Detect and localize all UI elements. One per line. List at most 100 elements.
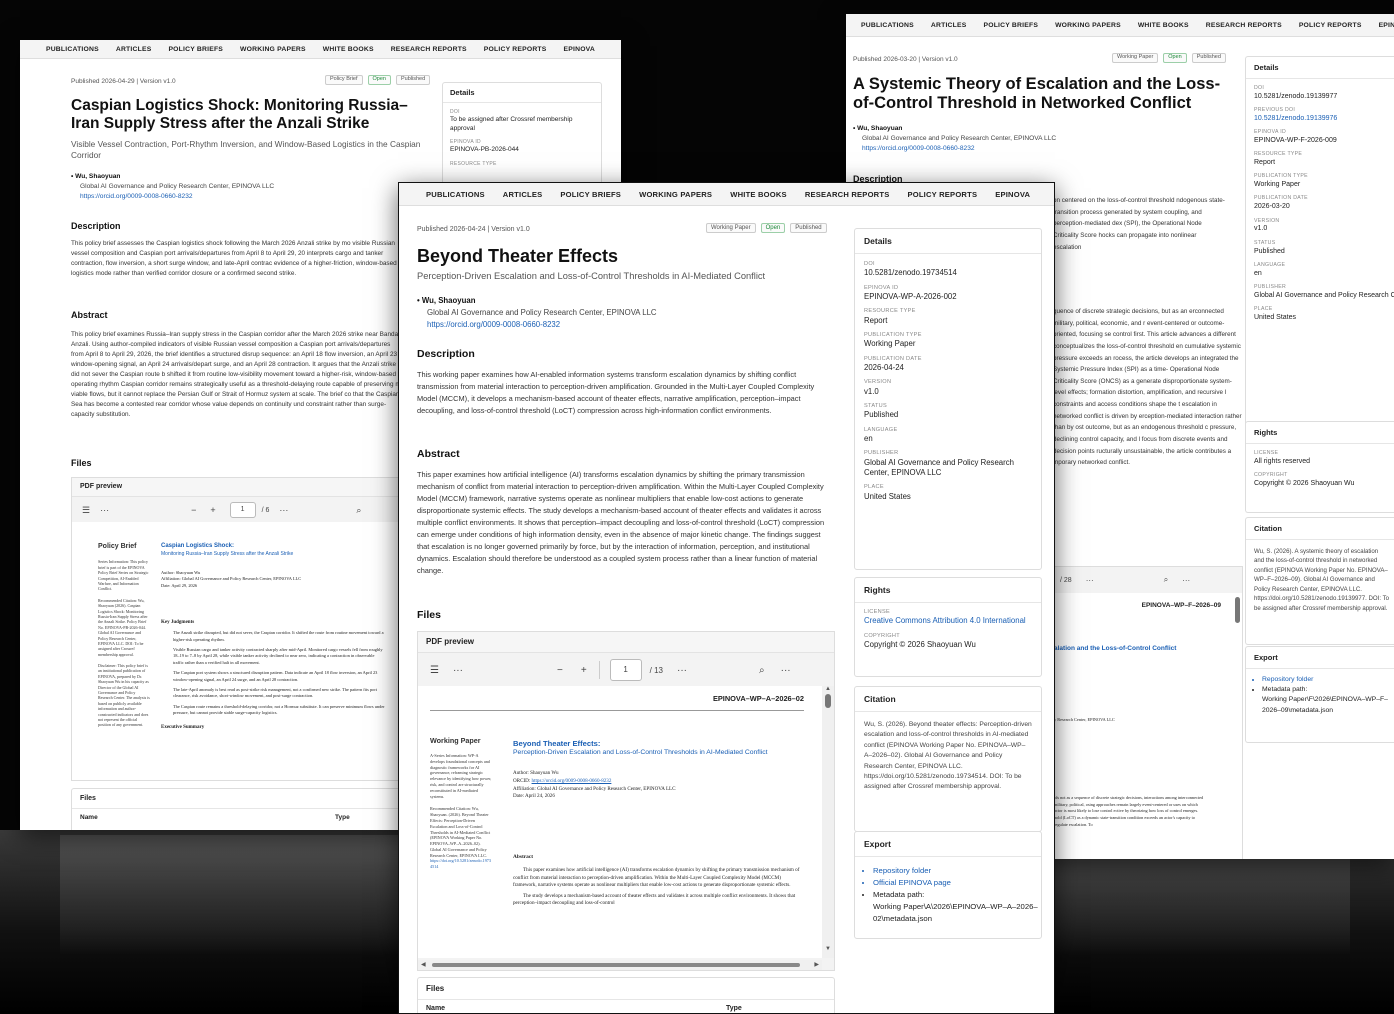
search-icon[interactable]: ⌕ bbox=[356, 505, 361, 516]
page-number-input[interactable]: 1 bbox=[609, 659, 642, 681]
more-icon[interactable]: ··· bbox=[781, 665, 791, 676]
nav-policy-briefs[interactable]: POLICY BRIEFS bbox=[168, 46, 223, 53]
rights-body: LICENSE All rights reserved COPYRIGHT Co… bbox=[1246, 444, 1394, 495]
nav-policy-briefs[interactable]: POLICY BRIEFS bbox=[983, 22, 1038, 29]
pdf-executive-summary-heading: Executive Summary bbox=[161, 725, 205, 731]
badge-published: Published bbox=[1191, 53, 1226, 63]
pdf-judgment: Visible Russian cargo and tanker activit… bbox=[173, 647, 383, 665]
more-icon[interactable]: ··· bbox=[1086, 576, 1094, 585]
language-label: LANGUAGE bbox=[864, 426, 898, 433]
pdf-id: EPINOVA–WP–F–2026–09 bbox=[1141, 602, 1221, 609]
zoom-in-icon[interactable]: + bbox=[581, 665, 587, 676]
version-value: v1.0 bbox=[1254, 225, 1268, 233]
badge-open: Open bbox=[760, 223, 786, 234]
export-repository-folder[interactable]: Repository folder bbox=[873, 865, 1041, 877]
orcid-link[interactable]: https://orcid.org/0009-0008-0660-8232 bbox=[417, 319, 657, 331]
orcid-link[interactable]: https://orcid.org/0009-0008-0660-8232 bbox=[71, 192, 274, 202]
top-nav: PUBLICATIONS ARTICLES POLICY BRIEFS WORK… bbox=[846, 14, 1394, 37]
nav-working-papers[interactable]: WORKING PAPERS bbox=[639, 190, 712, 199]
nav-publications[interactable]: PUBLICATIONS bbox=[426, 190, 485, 199]
nav-articles[interactable]: ARTICLES bbox=[931, 22, 967, 29]
nav-policy-reports[interactable]: POLICY REPORTS bbox=[1299, 22, 1362, 29]
window-working-paper-a: PUBLICATIONS ARTICLES POLICY BRIEFS WORK… bbox=[398, 182, 1055, 1014]
abstract-heading: Abstract bbox=[417, 448, 460, 460]
export-panel: Export Repository folder Official EPINOV… bbox=[854, 831, 1042, 939]
previous-doi-link[interactable]: 10.5281/zenodo.19139976 bbox=[1254, 114, 1390, 123]
more-icon[interactable]: ··· bbox=[453, 665, 463, 676]
nav-publications[interactable]: PUBLICATIONS bbox=[46, 46, 99, 53]
files-table-header: Name Type bbox=[72, 809, 412, 826]
nav-research-reports[interactable]: RESEARCH REPORTS bbox=[391, 46, 467, 53]
nav-articles[interactable]: ARTICLES bbox=[116, 46, 152, 53]
published-line: Published 2026-03-20 | Version v1.0 bbox=[853, 56, 958, 63]
pdf-abstract-p2: The study develops a mechanism-based acc… bbox=[513, 892, 796, 907]
nav-policy-briefs[interactable]: POLICY BRIEFS bbox=[560, 190, 621, 199]
scroll-down-icon[interactable]: ▼ bbox=[822, 946, 834, 952]
outline-icon[interactable]: ☰ bbox=[82, 505, 90, 516]
zoom-in-icon[interactable]: + bbox=[210, 505, 215, 515]
nav-white-books[interactable]: WHITE BOOKS bbox=[323, 46, 374, 53]
nav-epinova[interactable]: EPINOVA bbox=[1379, 22, 1394, 29]
scroll-left-icon[interactable]: ◀ bbox=[421, 961, 426, 968]
nav-articles[interactable]: ARTICLES bbox=[503, 190, 543, 199]
orcid-link[interactable]: https://orcid.org/0009-0008-0660-8232 bbox=[853, 144, 1056, 154]
nav-epinova[interactable]: EPINOVA bbox=[564, 46, 596, 53]
scroll-up-icon[interactable]: ▲ bbox=[822, 686, 834, 692]
pdf-preview: / 28 ··· ⌕ ··· EPINOVA–WP–F–2026–09 alat… bbox=[1053, 566, 1243, 859]
pdf-orcid-link[interactable]: https://orcid.org/0009-0008-0660-8232 bbox=[532, 778, 612, 784]
badge-type: Working Paper bbox=[706, 223, 756, 234]
nav-working-papers[interactable]: WORKING PAPERS bbox=[1055, 22, 1121, 29]
citation-text: Wu, S. (2026). Beyond theater effects: P… bbox=[864, 721, 1032, 791]
nav-white-books[interactable]: WHITE BOOKS bbox=[1138, 22, 1189, 29]
nav-research-reports[interactable]: RESEARCH REPORTS bbox=[1206, 22, 1282, 29]
description-text: This working paper examines how AI-enabl… bbox=[417, 370, 815, 415]
rights-panel: Rights LICENSE Creative Commons Attribut… bbox=[854, 577, 1042, 677]
nav-research-reports[interactable]: RESEARCH REPORTS bbox=[805, 190, 890, 199]
doi-label: DOI bbox=[1254, 85, 1265, 91]
license-link[interactable]: Creative Commons Attribution 4.0 Interna… bbox=[864, 616, 1032, 626]
author-affiliation: Global AI Governance and Policy Research… bbox=[80, 183, 275, 191]
published-line: Published 2026-04-29 | Version v1.0 bbox=[71, 78, 176, 85]
page-number-input[interactable]: 1 bbox=[229, 502, 256, 518]
more-icon[interactable]: ··· bbox=[1182, 576, 1190, 585]
place-label: PLACE bbox=[1254, 305, 1273, 312]
pdf-key-judgments: The Anzali strike disrupted, but did not… bbox=[161, 630, 386, 716]
scroll-thumb[interactable] bbox=[825, 694, 831, 708]
resource-type-value: Report bbox=[864, 315, 888, 325]
files-heading: Files bbox=[71, 458, 92, 468]
search-icon[interactable]: ⌕ bbox=[1164, 575, 1168, 585]
status-label: STATUS bbox=[1254, 239, 1276, 246]
page-count: / 28 bbox=[1060, 576, 1072, 584]
pdf-scrollbar[interactable] bbox=[1235, 597, 1240, 623]
nav-white-books[interactable]: WHITE BOOKS bbox=[730, 190, 787, 199]
pdf-preview: PDF preview ☰ ··· − + 1 / 6 ··· ⌕ Policy… bbox=[71, 477, 413, 781]
pdf-citation-link[interactable]: https://doi.org/10.5281/zenodo.19734514 bbox=[430, 858, 492, 870]
more-icon[interactable]: ··· bbox=[279, 505, 288, 515]
badge-type: Policy Brief bbox=[325, 75, 363, 85]
nav-epinova[interactable]: EPINOVA bbox=[995, 190, 1030, 199]
citation-panel: Citation Wu, S. (2026). A systemic theor… bbox=[1245, 517, 1394, 645]
nav-policy-reports[interactable]: POLICY REPORTS bbox=[907, 190, 977, 199]
search-icon[interactable]: ⌕ bbox=[759, 665, 765, 676]
nav-publications[interactable]: PUBLICATIONS bbox=[861, 22, 914, 29]
col-type: Type bbox=[335, 814, 350, 821]
zoom-out-icon[interactable]: − bbox=[557, 665, 563, 676]
nav-working-papers[interactable]: WORKING PAPERS bbox=[240, 46, 306, 53]
pdf-vertical-scrollbar[interactable]: ▲ ▼ bbox=[822, 686, 834, 958]
nav-policy-reports[interactable]: POLICY REPORTS bbox=[484, 46, 547, 53]
scroll-right-icon[interactable]: ▶ bbox=[814, 961, 819, 968]
license-label: LICENSE bbox=[1254, 450, 1279, 456]
export-repository-folder[interactable]: Repository folder bbox=[1262, 675, 1394, 685]
pdf-horizontal-scrollbar[interactable]: ◀ ▶ bbox=[418, 960, 822, 970]
zoom-out-icon[interactable]: − bbox=[191, 505, 196, 515]
pdf-kind: Working Paper bbox=[430, 736, 481, 745]
version-value: v1.0 bbox=[864, 386, 879, 396]
hscroll-thumb[interactable] bbox=[432, 963, 800, 967]
more-icon[interactable]: ··· bbox=[100, 505, 109, 515]
pdf-subtitle: Monitoring Russia–Iran Supply Stress aft… bbox=[161, 550, 294, 557]
pdf-rule bbox=[430, 710, 804, 711]
badges: Working Paper Open Published bbox=[1112, 53, 1226, 63]
outline-icon[interactable]: ☰ bbox=[430, 665, 439, 676]
export-official-page[interactable]: Official EPINOVA page bbox=[873, 877, 1041, 889]
more-icon[interactable]: ··· bbox=[677, 665, 687, 676]
